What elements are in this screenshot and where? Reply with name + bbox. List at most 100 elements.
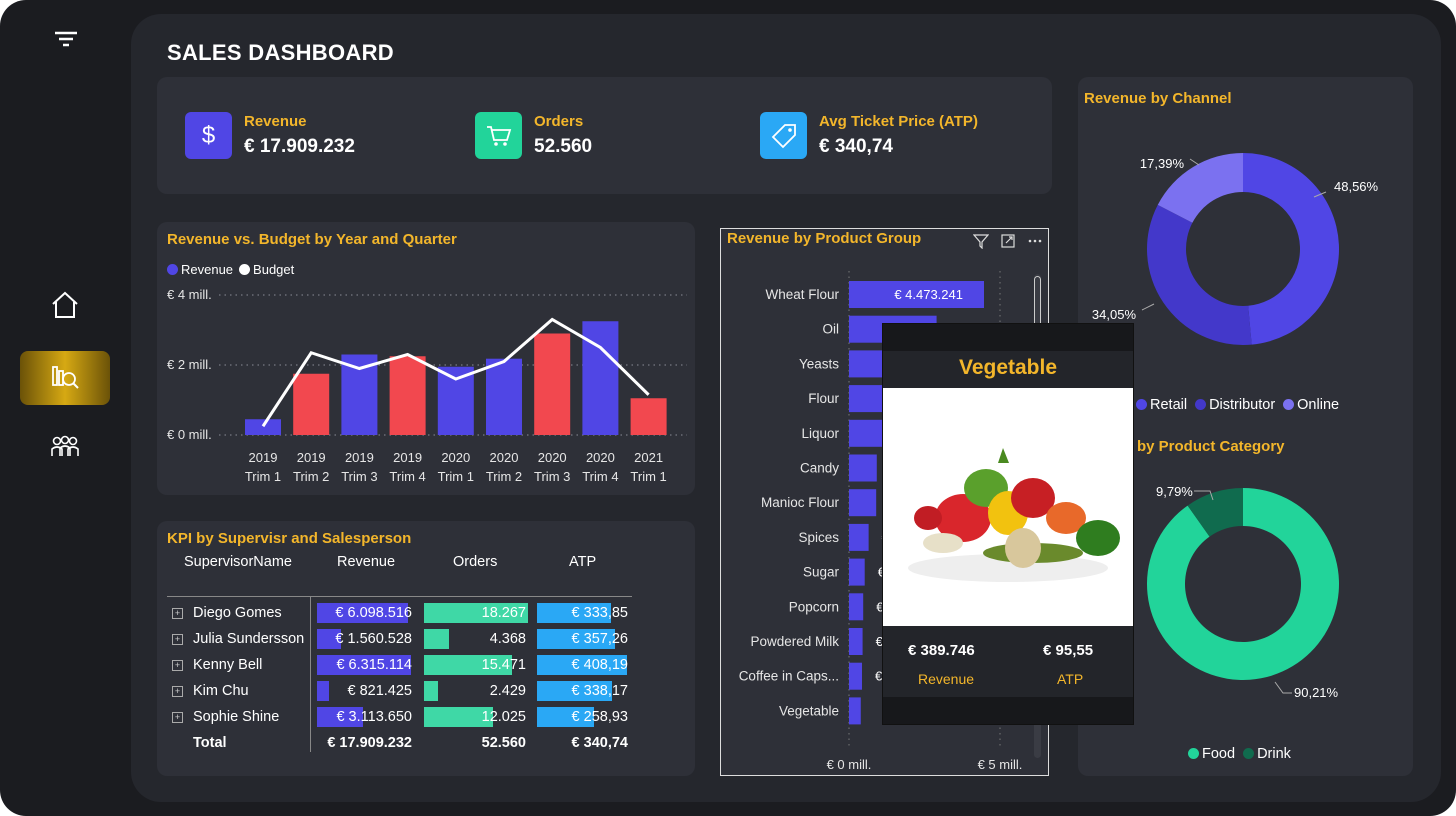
filter-visual-icon[interactable] [969,229,993,253]
table-row: + Kim Chu € 821.425 2.429 € 338,17 [167,681,637,707]
legend-distributor[interactable]: Distributor [1195,397,1275,413]
legend-drink[interactable]: Drink [1243,746,1291,762]
row-name: Kenny Bell [193,657,263,673]
team-icon [49,432,81,467]
x-tick-quarter: Trim 2 [486,469,522,484]
product-bar [849,697,861,725]
legend-online[interactable]: Online [1283,397,1339,413]
tooltip-atp-label: ATP [1057,671,1084,687]
legend-food[interactable]: Food [1188,746,1235,762]
data-label: € [875,669,883,684]
tooltip-revenue-label: Revenue [918,671,975,687]
revenue-bar [341,354,378,435]
category-label: Candy [800,461,839,476]
main-panel: SALES DASHBOARD $ Revenue € 17.909.232 O… [131,14,1441,802]
column-header[interactable]: ATP [569,551,596,583]
kpi-atp: Avg Ticket Price (ATP) € 340,74 [760,112,978,159]
revenue-budget-card: Revenue vs. Budget by Year and Quarter R… [157,222,695,495]
x-tick-year: 2019 [393,450,422,465]
column-header[interactable]: Orders [453,551,497,583]
x-tick-year: 2019 [249,450,278,465]
revenue-bar [486,358,522,435]
category-label: Sugar [803,565,840,580]
x-tick-year: 2020 [490,450,519,465]
x-tick-quarter: Trim 3 [341,469,377,484]
slice-distributor [1147,204,1252,345]
column-header[interactable]: Revenue [337,551,395,583]
more-options-icon[interactable] [1023,229,1047,253]
kpi-label: Orders [534,113,584,130]
page-title: SALES DASHBOARD [167,40,394,65]
slice-label: 9,79% [1156,484,1193,499]
x-tick-year: 2019 [297,450,326,465]
analytics-button[interactable] [20,351,110,405]
cell-atp: € 408,19 [571,657,628,673]
category-label: Oil [823,322,840,337]
expand-icon[interactable]: + [172,686,183,697]
revenue-budget-chart: € 4 mill. € 2 mill. € 0 mill. 2019 Trim 1 201… [167,287,687,484]
row-name: Julia Sundersson [193,631,305,647]
x-tick-year: 2020 [586,450,615,465]
revenue-bar [630,398,667,435]
cell-revenue: € 3.113.650 [336,709,412,725]
row-name: Sophie Shine [193,709,280,725]
row-name: Diego Gomes [193,605,282,621]
cell-orders: 4.368 [489,631,526,647]
expand-icon[interactable]: + [172,712,183,723]
side-nav [0,0,130,816]
cell-orders: 12.025 [481,709,526,725]
kpi-value: 52.560 [534,136,593,157]
kpi-value: € 340,74 [819,136,893,157]
cell-atp: € 333,85 [571,605,628,621]
expand-icon[interactable]: + [172,660,183,671]
category-label: Flour [808,391,839,406]
expand-icon[interactable]: + [172,608,183,619]
vegetable-image [883,388,1133,626]
kpi-revenue: $ Revenue € 17.909.232 [185,112,355,159]
category-label: Vegetable [779,703,839,718]
label-leader [1141,303,1155,311]
x-tick-quarter: Trim 3 [534,469,570,484]
focus-mode-icon[interactable] [996,229,1020,253]
x-tick-quarter: Trim 4 [389,469,425,484]
product-bar [849,593,864,621]
product-bar [849,454,877,482]
cell-revenue: € 6.098.516 [335,605,412,621]
product-bar [849,523,869,551]
channel-legend: Retail Distributor Online [1136,397,1339,413]
category-label: Powdered Milk [750,634,839,649]
row-name: Total [193,735,227,751]
home-icon [50,290,80,325]
kpi-card: $ Revenue € 17.909.232 Orders 52.560 Avg… [157,77,1052,194]
kpi-value: € 17.909.232 [244,136,355,157]
cell-orders: 2.429 [489,683,526,699]
x-tick-quarter: Trim 1 [630,469,666,484]
revenue-bar [293,373,330,435]
product-bar [849,662,862,690]
cell-atp: € 340,74 [571,735,628,751]
category-label: Wheat Flour [765,287,839,302]
cell-revenue: € 6.315.114 [336,657,412,673]
total-row: Total € 17.909.232 52.560 € 340,74 [167,733,637,759]
x-tick-label: € 0 mill. [827,757,872,772]
kpi-orders: Orders 52.560 [475,112,592,159]
row-name: Kim Chu [193,683,249,699]
table-row: + Diego Gomes € 6.098.516 18.267 € 333,85 [167,603,637,629]
column-header[interactable]: SupervisorName [184,551,292,583]
tooltip-atp-value: € 95,55 [1043,642,1094,659]
revenue-bar [437,366,474,435]
home-button[interactable] [20,280,110,334]
table-title: KPI by Supervisr and Salesperson [167,530,412,547]
category-label: Spices [798,530,839,545]
product-bar [849,628,863,655]
category-label: Yeasts [799,356,839,371]
cell-atp: € 338,17 [571,683,628,699]
legend-retail[interactable]: Retail [1136,397,1187,413]
filter-icon[interactable] [54,30,78,50]
app-frame: SALES DASHBOARD $ Revenue € 17.909.232 O… [0,0,1456,816]
cell-revenue: € 821.425 [347,683,412,699]
team-button[interactable] [20,422,110,476]
expand-icon[interactable]: + [172,634,183,645]
cell-atp: € 258,93 [571,709,628,725]
category-label: Manioc Flour [761,495,840,510]
